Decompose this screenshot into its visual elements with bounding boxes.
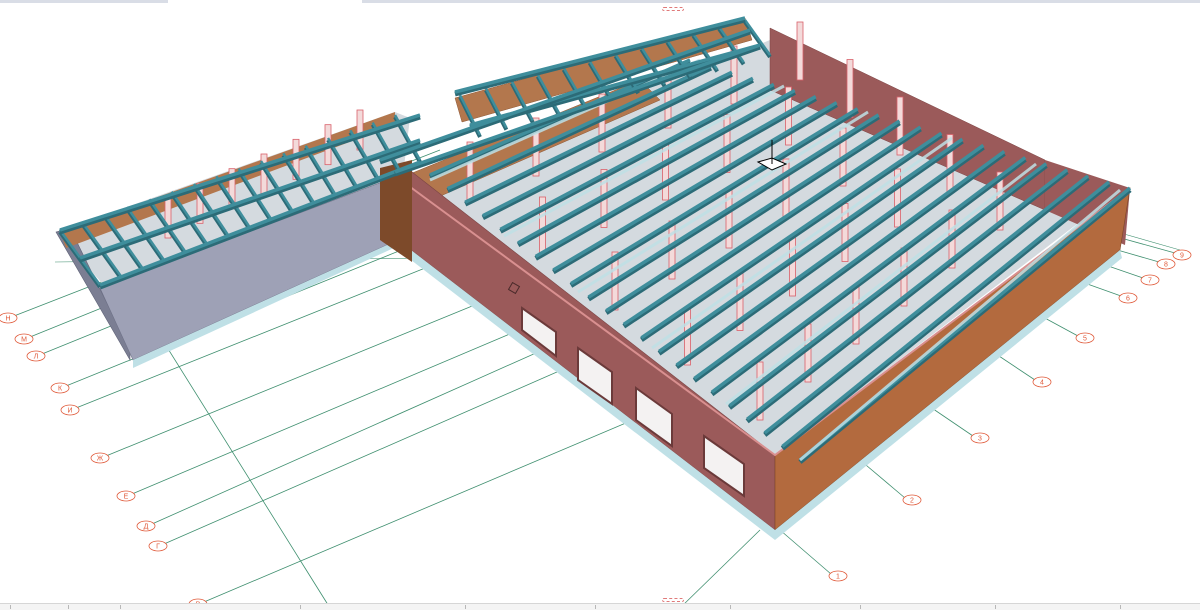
grid-line xyxy=(679,529,761,609)
grid-label-5: И xyxy=(67,408,72,415)
grid-label-right-9: 1 xyxy=(836,574,840,581)
column xyxy=(723,114,731,173)
grid-line xyxy=(859,459,906,499)
view-rotate-handle-bottom[interactable] xyxy=(662,598,684,602)
grid-label-8: Д xyxy=(144,524,149,531)
grid-label-right-1: 9 xyxy=(1180,253,1184,260)
grid-label-right-7: 3 xyxy=(978,436,982,443)
grid-label-7: Е xyxy=(124,494,129,501)
grid-label-right-4: 6 xyxy=(1126,296,1130,303)
building-3d-model[interactable]: НМЛКИЖЕДГВ987654321 xyxy=(0,0,1200,610)
model-viewport[interactable]: НМЛКИЖЕДГВ987654321 xyxy=(0,0,1200,610)
column xyxy=(796,21,804,81)
grid-label-9: Г xyxy=(156,544,160,551)
grid-label-right-3: 7 xyxy=(1148,278,1152,285)
grid-line xyxy=(779,529,832,575)
column xyxy=(782,158,790,218)
bottom-status-strip xyxy=(0,603,1200,610)
grid-label-2: М xyxy=(21,337,27,344)
column xyxy=(846,59,854,118)
view-rotate-handle-top[interactable] xyxy=(662,7,684,11)
grid-label-right-2: 8 xyxy=(1164,262,1168,269)
grid-label-right-8: 2 xyxy=(910,498,914,505)
grid-label-1: Н xyxy=(5,316,10,323)
column xyxy=(946,134,954,193)
grid-line xyxy=(203,399,681,603)
grid-label-right-6: 4 xyxy=(1040,380,1044,387)
grid-label-right-5: 5 xyxy=(1083,336,1087,343)
grid-label-3: Л xyxy=(34,354,39,361)
grid-label-6: Ж xyxy=(97,456,104,463)
